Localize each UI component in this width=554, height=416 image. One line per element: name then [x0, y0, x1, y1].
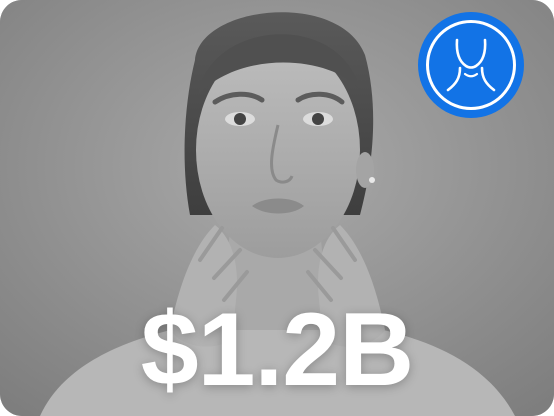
badge-ring: [426, 20, 516, 110]
neck-jawline-icon: [446, 38, 496, 92]
stat-card: $1.2B: [0, 0, 554, 416]
neck-jawline-badge: [418, 12, 524, 118]
stat-value: $1.2B: [140, 292, 415, 408]
